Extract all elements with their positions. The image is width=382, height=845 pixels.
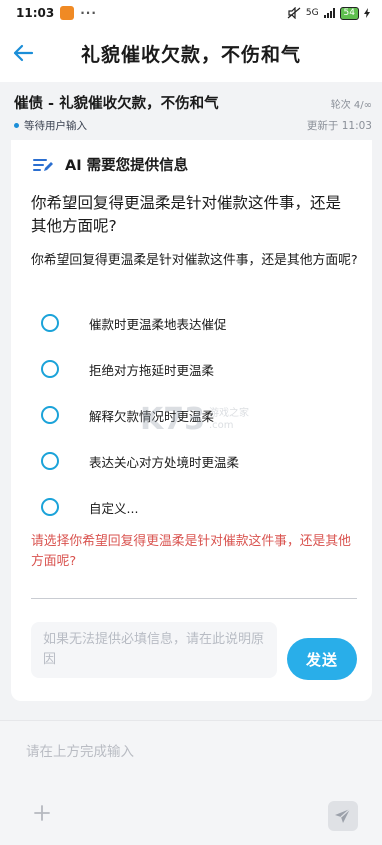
status-dot-icon xyxy=(14,123,19,128)
bottom-composer xyxy=(0,720,382,845)
session-title: 催债 - 礼貌催收欠款，不伤和气 xyxy=(14,96,219,112)
option-item-custom[interactable]: 自定义... xyxy=(41,484,341,530)
divider xyxy=(31,598,357,599)
validation-error: 请选择你希望回复得更温柔是针对催款这件事，还是其他方面呢? xyxy=(31,534,351,569)
option-label: 表达关心对方处境时更温柔 xyxy=(89,454,240,470)
arrow-left-icon xyxy=(13,44,34,62)
send-button[interactable]: 发送 xyxy=(287,638,357,680)
charging-icon xyxy=(364,8,370,18)
option-list: 催款时更温柔地表达催促 拒绝对方拖延时更温柔 解释欠款情况时更温柔 表达关心对方… xyxy=(41,300,341,530)
network-type: 5G xyxy=(305,8,319,18)
radio-button[interactable] xyxy=(41,406,59,424)
back-button[interactable] xyxy=(10,40,36,66)
question-text: 你希望回复得更温柔是针对催款这件事，还是其他方面呢? xyxy=(31,253,358,268)
radio-button[interactable] xyxy=(41,498,59,516)
option-label: 催款时更温柔地表达催促 xyxy=(89,316,227,332)
option-item[interactable]: 催款时更温柔地表达催促 xyxy=(41,300,341,346)
status-left: 11:03 ··· xyxy=(16,6,97,20)
radio-button[interactable] xyxy=(41,360,59,378)
session-status: 等待用户输入 xyxy=(14,118,87,133)
more-notifications-icon: ··· xyxy=(80,6,97,20)
status-time: 11:03 xyxy=(16,6,55,20)
session-info: 催债 - 礼貌催收欠款，不伤和气 轮次 4/∞ 等待用户输入 更新于 11:03 xyxy=(0,82,382,138)
option-label: 自定义... xyxy=(89,500,139,516)
page-title: 礼貌催收欠款，不伤和气 xyxy=(80,43,301,66)
status-bar: 11:03 ··· 5G 54 xyxy=(0,0,382,26)
option-item[interactable]: 表达关心对方处境时更温柔 xyxy=(41,438,341,484)
paper-plane-icon xyxy=(335,808,351,823)
battery-level: 54 xyxy=(339,6,359,20)
updated-time: 更新于 11:03 xyxy=(306,120,372,132)
question-heading: 你希望回复得更温柔是针对催款这件事，还是其他方面呢? xyxy=(31,194,342,235)
round-counter: 轮次 4/∞ xyxy=(330,100,372,111)
card-title: AI 需要您提供信息 xyxy=(65,158,189,174)
info-request-card: AI 需要您提供信息 你希望回复得更温柔是针对催款这件事，还是其他方面呢? 你希… xyxy=(11,140,372,701)
option-label: 解释欠款情况时更温柔 xyxy=(89,408,215,424)
edit-lines-icon xyxy=(33,158,53,171)
plus-icon xyxy=(34,805,50,821)
attach-button[interactable] xyxy=(32,803,52,823)
reason-input[interactable] xyxy=(31,622,277,678)
app-bar: 礼貌催收欠款，不伤和气 xyxy=(0,26,382,80)
status-right: 5G 54 xyxy=(287,6,370,20)
mute-icon xyxy=(287,7,301,19)
option-label: 拒绝对方拖延时更温柔 xyxy=(89,362,215,378)
session-status-text: 等待用户输入 xyxy=(24,120,87,132)
app-notification-icon xyxy=(60,6,75,20)
signal-icon xyxy=(323,8,335,18)
chat-input[interactable] xyxy=(14,735,368,769)
chat-send-button[interactable] xyxy=(328,801,358,831)
card-header: AI 需要您提供信息 xyxy=(33,154,188,175)
radio-button[interactable] xyxy=(41,452,59,470)
radio-button[interactable] xyxy=(41,314,59,332)
option-item[interactable]: 拒绝对方拖延时更温柔 xyxy=(41,346,341,392)
option-item[interactable]: 解释欠款情况时更温柔 xyxy=(41,392,341,438)
